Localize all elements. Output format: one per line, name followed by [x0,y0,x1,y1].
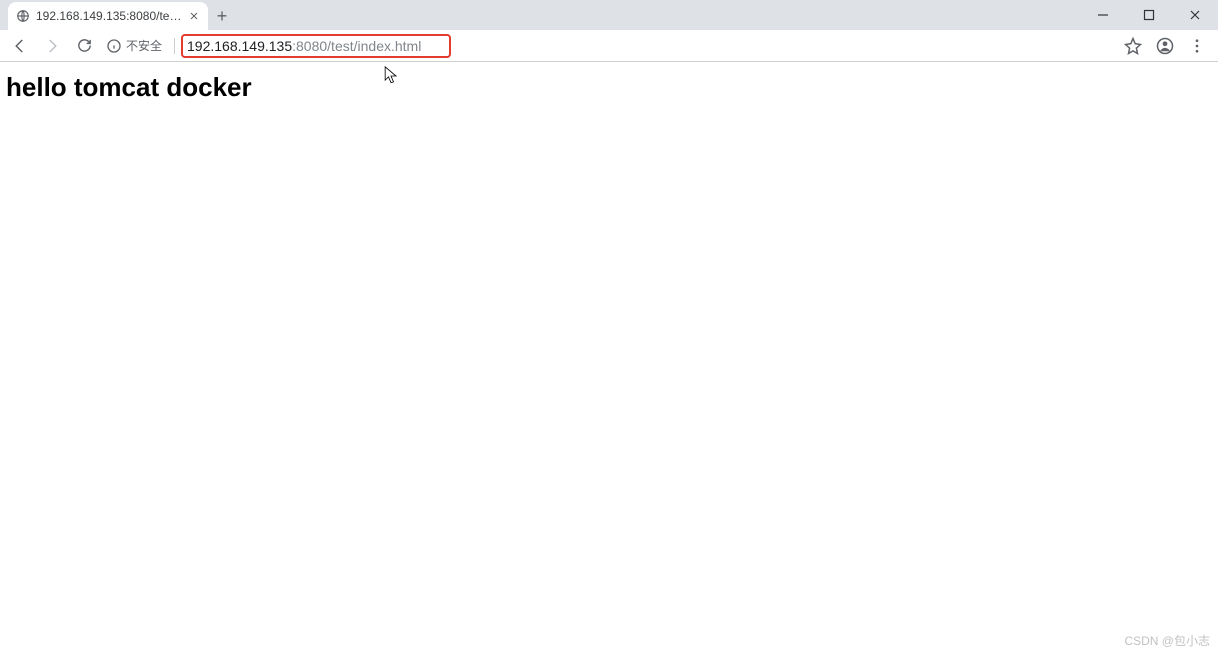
maximize-button[interactable] [1126,0,1172,30]
separator [174,38,175,54]
new-tab-button[interactable]: + [208,2,236,30]
url-text: 192.168.149.135:8080/test/index.html [187,38,421,54]
url-host: 192.168.149.135 [187,38,292,54]
site-info[interactable]: 不安全 [104,37,168,54]
browser-tab[interactable]: 192.168.149.135:8080/test/ind [8,2,208,30]
menu-icon[interactable] [1188,37,1206,55]
page-heading: hello tomcat docker [6,72,1212,103]
forward-button[interactable] [40,34,64,58]
back-button[interactable] [8,34,32,58]
globe-icon [16,9,30,23]
toolbar: 不安全 192.168.149.135:8080/test/index.html [0,30,1218,62]
star-icon[interactable] [1124,37,1142,55]
url-path: /test/index.html [327,38,421,54]
page-content: hello tomcat docker [0,62,1218,113]
url-highlight-box: 192.168.149.135:8080/test/index.html [181,34,451,58]
profile-icon[interactable] [1156,37,1174,55]
url-port: :8080 [292,38,327,54]
tab-title: 192.168.149.135:8080/test/ind [36,9,182,23]
security-label: 不安全 [126,37,162,54]
minimize-button[interactable] [1080,0,1126,30]
window-controls [1080,0,1218,30]
watermark: CSDN @包小志 [1124,632,1210,649]
close-window-button[interactable] [1172,0,1218,30]
toolbar-right [1124,37,1210,55]
reload-button[interactable] [72,34,96,58]
address-bar[interactable]: 不安全 192.168.149.135:8080/test/index.html [104,32,1116,60]
close-icon[interactable] [188,10,200,22]
tab-strip: 192.168.149.135:8080/test/ind + [0,0,1218,30]
info-icon [106,38,122,54]
